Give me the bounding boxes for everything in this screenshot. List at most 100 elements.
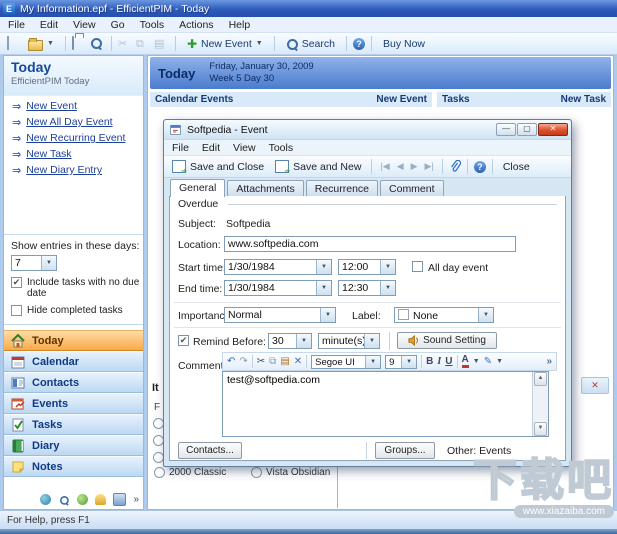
days-select[interactable]: 7 ▼ bbox=[11, 255, 57, 271]
link-new-all-day-event[interactable]: ⇒New All Day Event bbox=[4, 114, 143, 130]
tab-attachments[interactable]: Attachments bbox=[227, 180, 303, 196]
sidebar-item-calendar[interactable]: Calendar bbox=[4, 351, 143, 372]
copy-icon[interactable]: ⧉ bbox=[269, 356, 276, 367]
sidebar-item-events[interactable]: Events bbox=[4, 393, 143, 414]
menu-file[interactable]: File bbox=[8, 19, 25, 31]
new-task-link[interactable]: New Task bbox=[561, 94, 606, 105]
toolbar-overflow-icon[interactable]: » bbox=[546, 356, 552, 367]
label-select[interactable]: None▼ bbox=[394, 307, 494, 323]
dialog-close-button[interactable]: Close bbox=[499, 160, 534, 174]
sidebar-item-notes[interactable]: Notes bbox=[4, 456, 143, 477]
font-size-select[interactable]: 9▼ bbox=[385, 355, 417, 369]
italic-button[interactable]: I bbox=[437, 356, 441, 367]
font-color-dropdown-icon[interactable]: ▼ bbox=[473, 358, 480, 365]
help-icon[interactable]: ? bbox=[353, 38, 365, 50]
sidebar-item-diary[interactable]: Diary bbox=[4, 435, 143, 456]
end-date-select[interactable]: 1/30/1984▼ bbox=[224, 280, 332, 296]
close-button[interactable]: ✕ bbox=[538, 123, 568, 136]
scroll-down-icon[interactable]: ▼ bbox=[534, 422, 547, 436]
last-record-icon[interactable]: ▶| bbox=[423, 161, 436, 172]
link-new-event[interactable]: ⇒New Event bbox=[4, 98, 143, 114]
end-time-select[interactable]: 12:30▼ bbox=[338, 280, 396, 296]
importance-select[interactable]: Normal▼ bbox=[224, 307, 336, 323]
next-record-icon[interactable]: ▶ bbox=[409, 161, 420, 172]
comment-textarea[interactable]: test@softpedia.com bbox=[223, 372, 533, 436]
remind-checkbox[interactable]: ✔ bbox=[178, 335, 189, 346]
minimize-button[interactable]: — bbox=[496, 123, 516, 136]
save-and-close-button[interactable]: Save and Close bbox=[168, 159, 268, 174]
start-date-select[interactable]: 1/30/1984▼ bbox=[224, 259, 332, 275]
menu-edit[interactable]: Edit bbox=[40, 19, 58, 31]
tab-recurrence[interactable]: Recurrence bbox=[306, 180, 378, 196]
paste-icon[interactable]: ▤ bbox=[280, 356, 289, 367]
open-file-button[interactable]: ▼ bbox=[23, 36, 59, 52]
highlight-dropdown-icon[interactable]: ▼ bbox=[496, 358, 503, 365]
link-new-diary-entry[interactable]: ⇒New Diary Entry bbox=[4, 162, 143, 178]
radio-vista-obsidian[interactable] bbox=[251, 467, 262, 478]
scroll-up-icon[interactable]: ▲ bbox=[534, 372, 547, 386]
copy-icon[interactable]: ⧉ bbox=[136, 37, 151, 51]
paste-icon[interactable]: ▤ bbox=[154, 37, 169, 51]
save-and-new-button[interactable]: Save and New bbox=[271, 159, 365, 174]
location-input[interactable] bbox=[224, 236, 516, 252]
dialog-menu-tools[interactable]: Tools bbox=[269, 142, 294, 154]
highlight-pen-icon[interactable]: ✎ bbox=[484, 356, 492, 367]
radio-2000-classic[interactable] bbox=[154, 467, 165, 478]
start-time-select[interactable]: 12:00▼ bbox=[338, 259, 396, 275]
buy-now-button[interactable]: Buy Now bbox=[378, 37, 430, 51]
include-tasks-checkbox[interactable]: ✔ bbox=[11, 277, 22, 288]
sidebar-item-today[interactable]: Today bbox=[4, 330, 143, 351]
remind-unit-select[interactable]: minute(s)▼ bbox=[318, 333, 380, 349]
tab-comment[interactable]: Comment bbox=[380, 180, 444, 196]
undo-icon[interactable]: ↶ bbox=[227, 356, 235, 367]
first-record-icon[interactable]: |◀ bbox=[378, 161, 391, 172]
table-icon[interactable] bbox=[113, 493, 126, 506]
cut-icon[interactable]: ✂ bbox=[257, 356, 265, 367]
globe-icon[interactable] bbox=[77, 494, 88, 505]
menu-actions[interactable]: Actions bbox=[179, 19, 213, 31]
link-new-task[interactable]: ⇒New Task bbox=[4, 146, 143, 162]
new-event-button[interactable]: ✚ New Event ▼ bbox=[182, 36, 268, 52]
new-event-link[interactable]: New Event bbox=[376, 94, 427, 105]
maximize-button[interactable]: ▢ bbox=[517, 123, 537, 136]
chevron-more-icon[interactable]: » bbox=[133, 494, 139, 505]
hide-completed-row[interactable]: Hide completed tasks bbox=[4, 305, 143, 316]
delete-icon[interactable]: ✕ bbox=[294, 356, 302, 367]
tab-general[interactable]: General bbox=[170, 179, 225, 197]
help-icon[interactable]: ? bbox=[474, 161, 486, 173]
menu-help[interactable]: Help bbox=[229, 19, 251, 31]
sync-icon[interactable] bbox=[40, 494, 51, 505]
all-day-checkbox[interactable] bbox=[412, 261, 423, 272]
link-new-recurring-event[interactable]: ⇒New Recurring Event bbox=[4, 130, 143, 146]
menu-go[interactable]: Go bbox=[111, 19, 125, 31]
groups-button[interactable]: Groups... bbox=[375, 442, 435, 459]
sidebar-item-tasks[interactable]: Tasks bbox=[4, 414, 143, 435]
dialog-menu-edit[interactable]: Edit bbox=[202, 142, 220, 154]
menu-tools[interactable]: Tools bbox=[140, 19, 165, 31]
font-color-button[interactable]: A bbox=[462, 355, 469, 368]
menu-view[interactable]: View bbox=[73, 19, 96, 31]
redo-icon[interactable]: ↷ bbox=[239, 356, 247, 367]
dialog-menu-file[interactable]: File bbox=[172, 142, 189, 154]
search-button[interactable]: Search bbox=[281, 36, 340, 51]
hide-completed-checkbox[interactable] bbox=[11, 305, 22, 316]
sound-setting-button[interactable]: Sound Setting bbox=[397, 332, 497, 349]
comment-scrollbar[interactable]: ▲ ▼ bbox=[532, 372, 548, 436]
attachment-icon[interactable] bbox=[449, 160, 461, 174]
remind-value-select[interactable]: 30▼ bbox=[268, 333, 312, 349]
previous-record-icon[interactable]: ◀ bbox=[395, 161, 406, 172]
cut-icon[interactable]: ✂ bbox=[118, 37, 133, 51]
include-tasks-row[interactable]: ✔ Include tasks with no due date bbox=[4, 277, 143, 299]
new-document-icon[interactable] bbox=[5, 37, 20, 51]
print-icon[interactable] bbox=[72, 37, 87, 51]
print-preview-icon[interactable] bbox=[90, 37, 105, 51]
underline-button[interactable]: U bbox=[445, 356, 452, 367]
search-icon[interactable] bbox=[60, 495, 70, 505]
contacts-button[interactable]: Contacts... bbox=[178, 442, 242, 459]
subject-value[interactable]: Softpedia bbox=[226, 218, 270, 230]
sidebar-item-contacts[interactable]: Contacts bbox=[4, 372, 143, 393]
font-name-select[interactable]: Segoe UI▼ bbox=[311, 355, 381, 369]
bold-button[interactable]: B bbox=[426, 356, 433, 367]
key-icon[interactable] bbox=[95, 494, 106, 505]
panel-close-button[interactable]: ✕ bbox=[581, 377, 609, 394]
